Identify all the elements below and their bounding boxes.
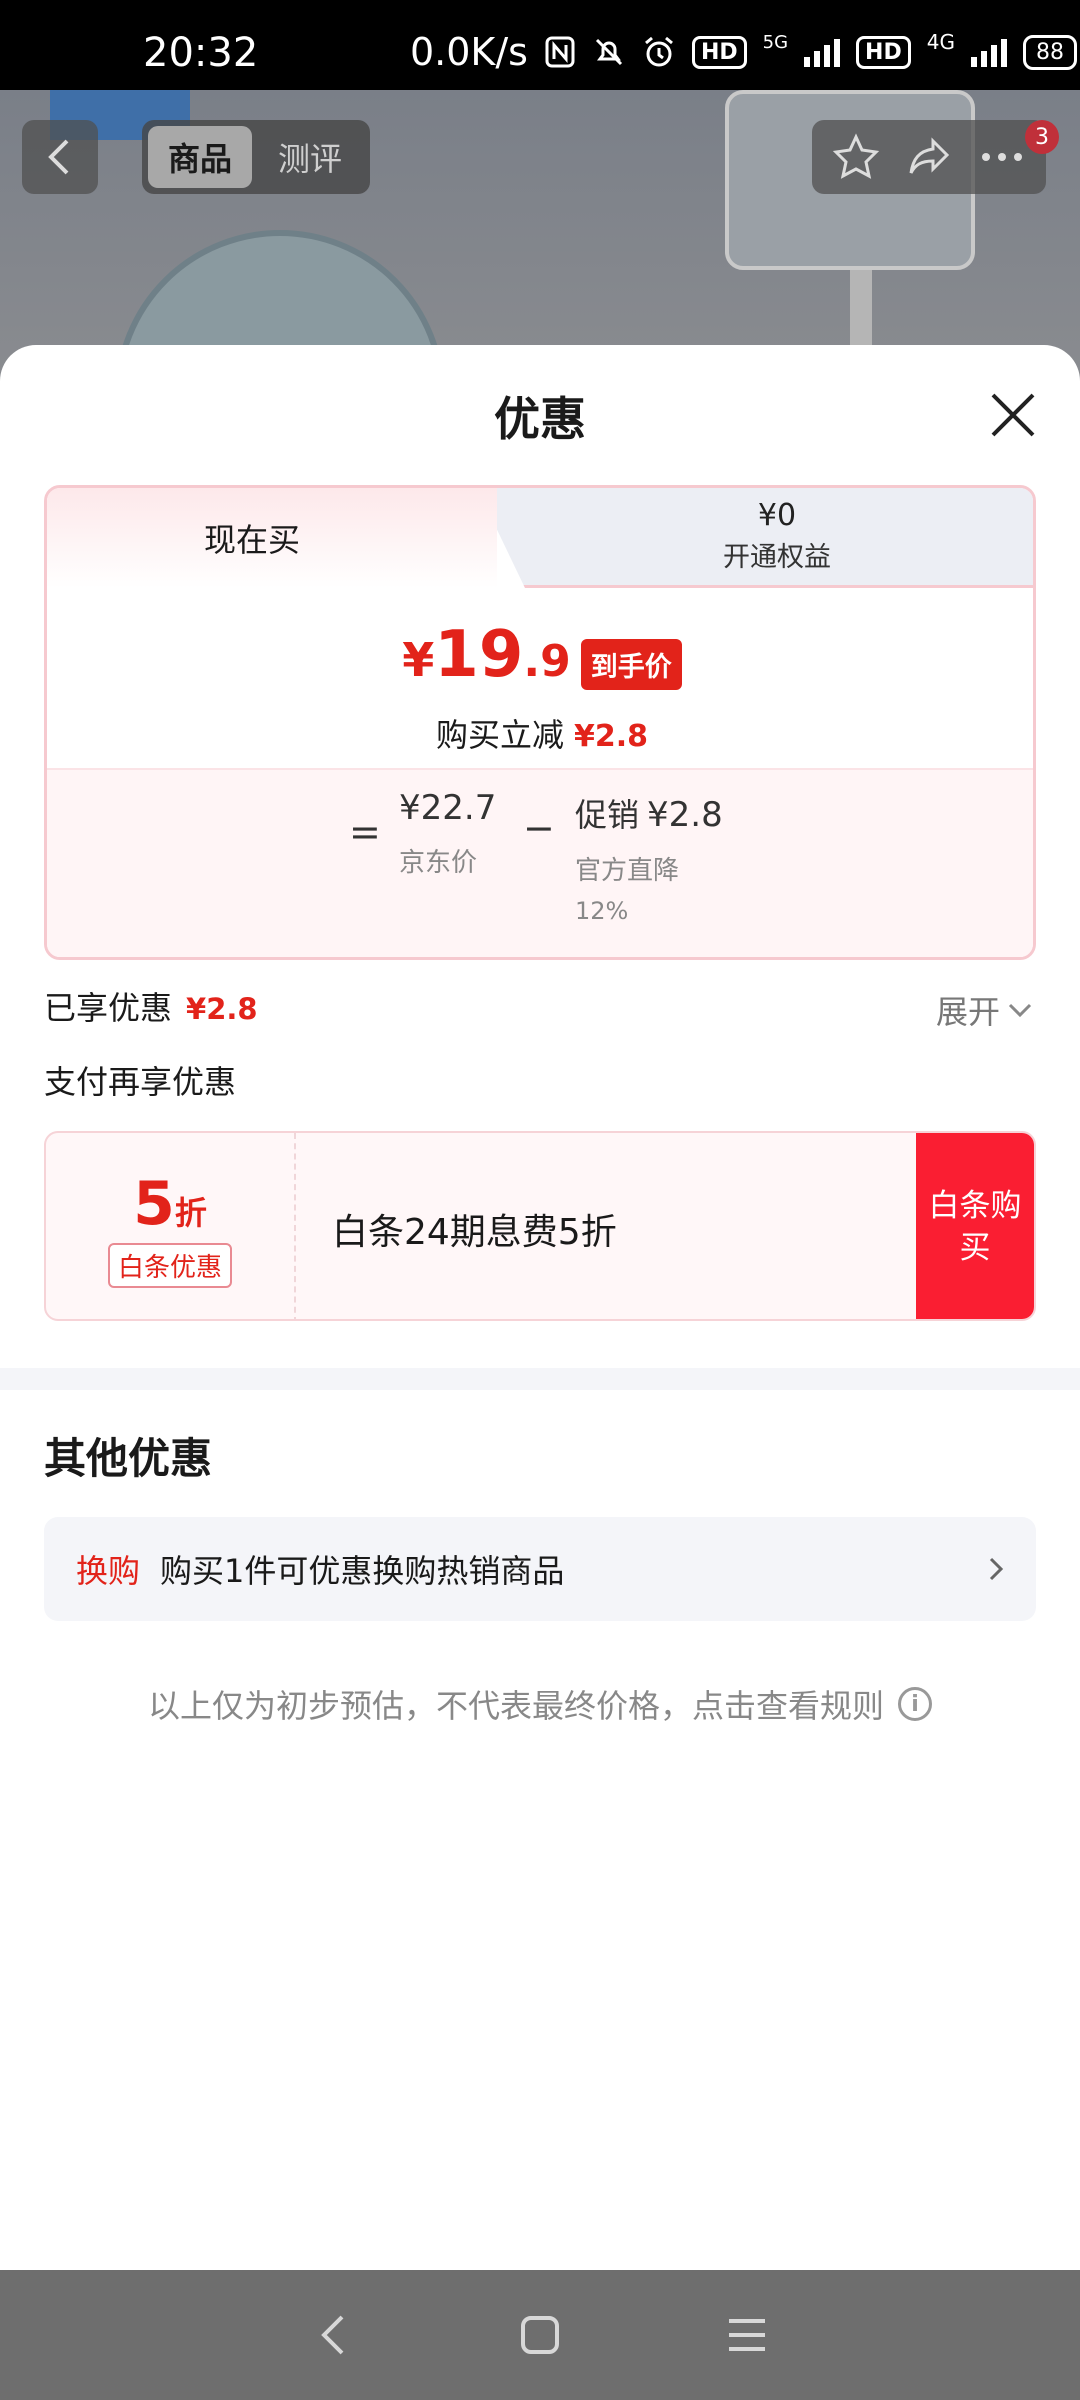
status-indicators: 0.0K/s HD 5G HD 4G 88 xyxy=(410,30,1077,74)
other-offers-title: 其他优惠 xyxy=(44,1434,213,1483)
swap-offer-row[interactable]: 换购 购买1件可优惠换购热销商品 xyxy=(44,1517,1036,1621)
final-price: ¥19.9 xyxy=(402,618,571,692)
back-icon xyxy=(48,139,69,175)
baitiao-discount: 5折 白条优惠 xyxy=(46,1133,296,1319)
nav-menu-icon xyxy=(728,2319,765,2351)
enjoyed-discount: 已享优惠 ¥2.8 xyxy=(44,983,258,1029)
nav-back-icon xyxy=(321,2315,344,2355)
instant-off-label: 购买立减 xyxy=(435,716,564,754)
jd-price: ¥22.7 xyxy=(399,788,497,828)
instant-off-row: 购买立减 ¥2.8 xyxy=(47,710,1033,756)
signal-icon-2 xyxy=(970,37,1007,67)
battery-icon: 88 xyxy=(1022,34,1077,70)
disclaimer-link[interactable]: 以上仅为初步预估，不代表最终价格，点击查看规则 i xyxy=(0,1681,1080,1727)
network-5g: 5G xyxy=(762,31,789,53)
equals-sign: = xyxy=(349,810,381,854)
promo-block: 促销 ¥2.8 官方直降 12% xyxy=(575,790,723,925)
status-bar: 20:32 0.0K/s HD 5G HD 4G 88 xyxy=(0,0,1080,90)
nav-menu-button[interactable] xyxy=(707,2295,787,2375)
signal-icon xyxy=(804,37,841,67)
promo-amount: ¥2.8 xyxy=(647,795,723,835)
close-icon xyxy=(991,393,1035,437)
baitiao-buy-button[interactable]: 白条购买 xyxy=(916,1133,1034,1319)
enjoyed-label: 已享优惠 xyxy=(44,989,173,1027)
hd-indicator: HD xyxy=(691,35,747,69)
message-badge: 3 xyxy=(1025,120,1059,154)
hd-indicator-2: HD xyxy=(856,35,911,69)
chevron-right-icon xyxy=(989,1557,1004,1581)
tab-review[interactable]: 测评 xyxy=(258,126,362,188)
promo-desc: 官方直降 xyxy=(575,856,680,886)
more-icon[interactable] xyxy=(978,133,1026,181)
pay-more-label: 支付再享优惠 xyxy=(44,1063,237,1101)
promo-label: 促销 xyxy=(575,796,640,834)
jd-price-label: 京东价 xyxy=(399,848,478,878)
net-speed: 0.0K/s xyxy=(410,30,528,74)
member-label: 开通权益 xyxy=(723,542,831,573)
nav-home-button[interactable] xyxy=(500,2295,580,2375)
baitiao-discount-unit: 折 xyxy=(174,1193,207,1232)
header-tabs: 商品 测评 xyxy=(142,120,370,194)
final-price-tag: 到手价 xyxy=(580,639,682,690)
price-card: ¥0 开通权益 现在买 ¥19.9 到手价 购买立减 ¥2.8 = ¥22.7 京… xyxy=(44,485,1036,960)
tab-product[interactable]: 商品 xyxy=(148,126,252,188)
star-icon[interactable] xyxy=(832,133,880,181)
close-button[interactable] xyxy=(983,385,1043,445)
status-time: 20:32 xyxy=(143,30,259,76)
expand-button[interactable]: 展开 xyxy=(936,987,1032,1033)
system-nav-bar xyxy=(0,2270,1080,2400)
sheet-title: 优惠 xyxy=(494,392,586,446)
alarm-icon xyxy=(644,36,673,67)
member-price: ¥0 xyxy=(757,498,797,533)
final-price-row: ¥19.9 到手价 xyxy=(47,618,1033,692)
jd-price-block: ¥22.7 京东价 xyxy=(399,788,496,879)
nav-back-button[interactable] xyxy=(293,2295,373,2375)
swap-tag: 换购 xyxy=(76,1552,141,1590)
chevron-down-icon xyxy=(1008,1003,1032,1018)
enjoyed-amount: ¥2.8 xyxy=(186,992,258,1026)
baitiao-offer[interactable]: 5折 白条优惠 白条24期息费5折 白条购买 xyxy=(44,1131,1036,1321)
baitiao-tag: 白条优惠 xyxy=(107,1242,232,1288)
minus-sign: − xyxy=(523,806,555,850)
swap-desc: 购买1件可优惠换购热销商品 xyxy=(160,1552,565,1590)
promo-percent: 12% xyxy=(575,897,629,925)
instant-off-amount: ¥2.8 xyxy=(573,719,649,754)
mute-icon xyxy=(595,38,623,66)
price-breakdown: = ¥22.7 京东价 − 促销 ¥2.8 官方直降 12% xyxy=(47,768,1033,957)
header-actions xyxy=(812,120,1046,194)
baitiao-discount-num: 5 xyxy=(133,1168,175,1239)
section-divider xyxy=(0,1368,1080,1390)
disclaimer-text: 以上仅为初步预估，不代表最终价格，点击查看规则 xyxy=(147,1687,884,1725)
tab-member[interactable]: ¥0 开通权益 xyxy=(517,498,1033,574)
tab-buy-now[interactable]: 现在买 xyxy=(47,488,497,588)
info-icon: i xyxy=(898,1687,932,1721)
discount-sheet: 优惠 ¥0 开通权益 现在买 ¥19.9 到手价 购买立减 ¥2.8 = ¥22.… xyxy=(0,345,1080,2270)
expand-label: 展开 xyxy=(936,993,1001,1031)
share-icon[interactable] xyxy=(905,133,953,181)
network-4g: 4G xyxy=(926,30,955,54)
nfc-icon xyxy=(545,36,575,68)
back-button[interactable] xyxy=(22,120,98,194)
baitiao-desc: 白条24期息费5折 xyxy=(332,1212,617,1253)
nav-home-icon xyxy=(520,2316,559,2354)
